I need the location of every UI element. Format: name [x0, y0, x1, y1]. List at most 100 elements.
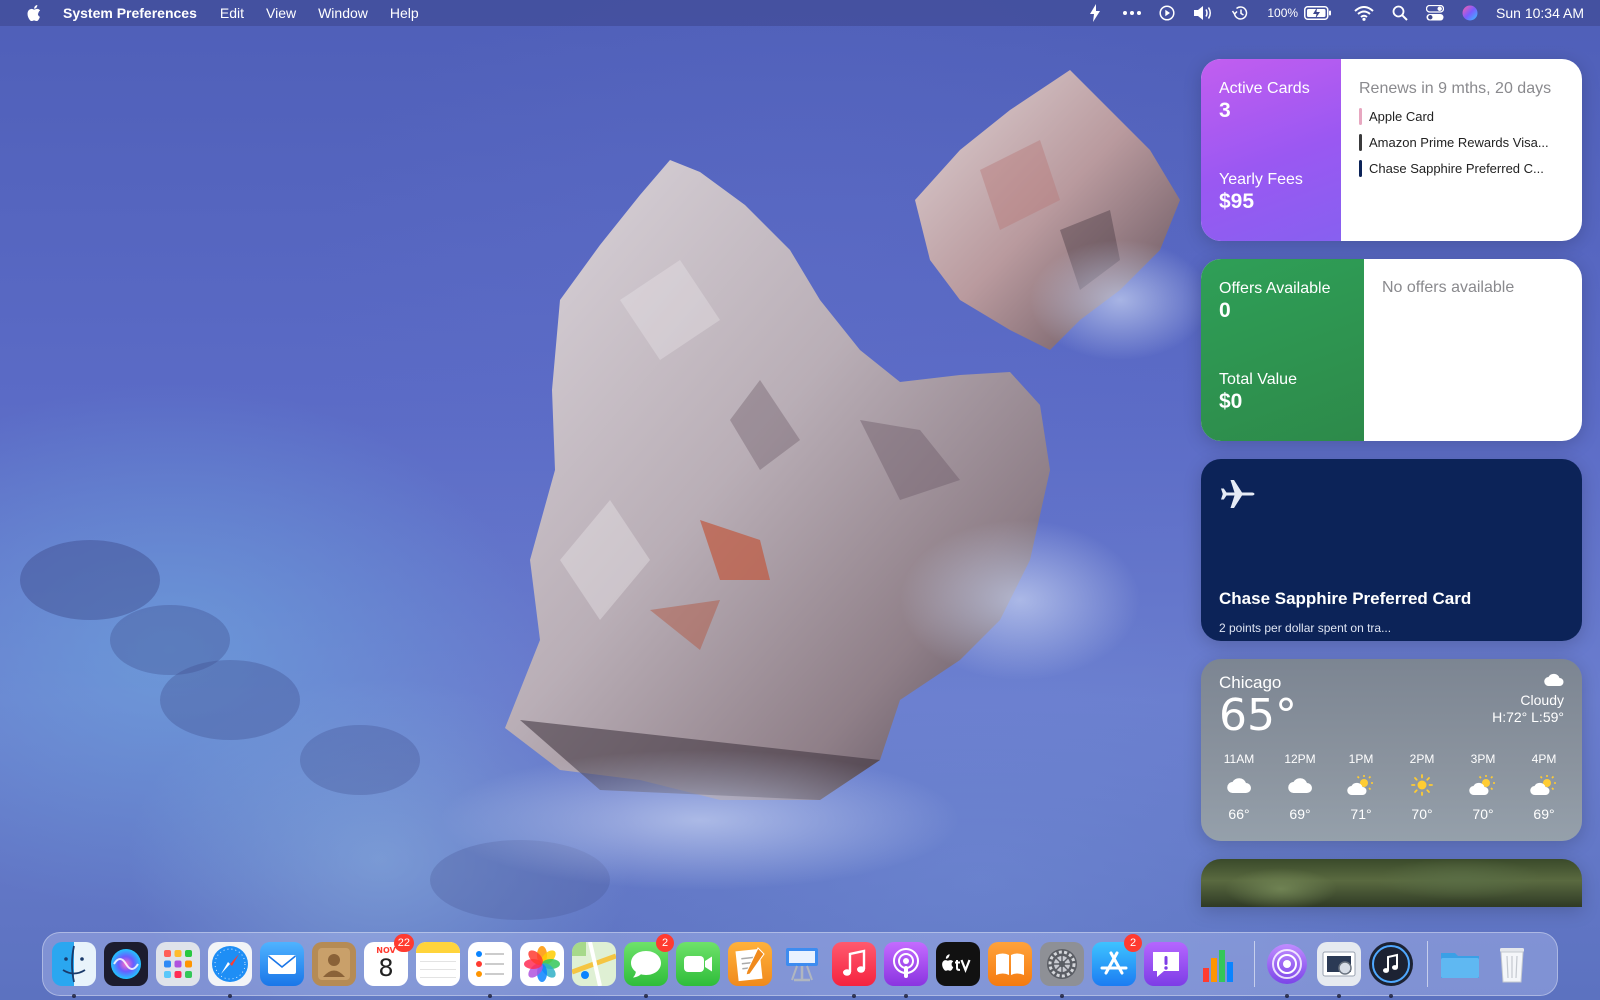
card-list-item[interactable]: Amazon Prime Rewards Visa... [1359, 134, 1582, 151]
menu-bar: System Preferences Edit View Window Help… [0, 0, 1600, 26]
dock-preview[interactable] [1317, 942, 1361, 998]
offers-summary-panel: Offers Available 0 Total Value $0 [1201, 259, 1364, 441]
dock-books[interactable] [988, 942, 1032, 986]
books-icon [988, 942, 1032, 986]
menu-edit[interactable]: Edit [220, 5, 244, 21]
dock-separator [1427, 941, 1428, 987]
dock-facetime[interactable] [676, 942, 720, 986]
hourly-forecast-item: 12PM 69° [1280, 752, 1320, 822]
dock-system-preferences[interactable] [1040, 942, 1084, 998]
pages-icon [728, 942, 772, 986]
dock-launchpad[interactable] [156, 942, 200, 986]
hourly-forecast-item: 2PM 70° [1402, 752, 1442, 822]
hourly-forecast-item: 3PM 70° [1463, 752, 1503, 822]
menu-window[interactable]: Window [318, 5, 368, 21]
numbers-icon [1196, 942, 1240, 986]
dock-finder[interactable] [52, 942, 96, 998]
dock-safari[interactable] [208, 942, 252, 998]
weather-high-low: H:72° L:59° [1492, 709, 1564, 725]
app-name-menu[interactable]: System Preferences [63, 5, 197, 21]
time-machine-icon[interactable] [1231, 5, 1249, 21]
photos-icon [520, 942, 564, 986]
forecast-hour: 3PM [1470, 752, 1496, 766]
dock-app-store[interactable]: 2 [1092, 934, 1142, 986]
card-name: Apple Card [1369, 109, 1435, 124]
weather-widget[interactable]: Chicago 65° Cloudy H:72° L:59° 11AM 66° … [1201, 659, 1582, 841]
finder-icon [52, 942, 96, 986]
safari-icon [208, 942, 252, 986]
offers-list-panel: No offers available [1364, 259, 1582, 441]
reminders-icon [468, 942, 512, 986]
dock-music[interactable] [832, 942, 876, 998]
card-list-item[interactable]: Chase Sapphire Preferred C... [1359, 160, 1582, 177]
cloud-icon [1227, 770, 1251, 800]
podcasts-icon [884, 942, 928, 986]
dock-keynote[interactable] [780, 942, 824, 986]
wifi-icon[interactable] [1354, 5, 1374, 21]
menu-view[interactable]: View [266, 5, 296, 21]
dock-podcasts[interactable] [884, 942, 928, 998]
offers-widget[interactable]: Offers Available 0 Total Value $0 No off… [1201, 259, 1582, 441]
dock-tv[interactable] [936, 942, 980, 986]
dock-numbers[interactable] [1196, 942, 1240, 986]
offers-available-label: Offers Available [1219, 280, 1331, 297]
menubar-clock[interactable]: Sun 10:34 AM [1496, 5, 1584, 21]
yearly-fees-value: $95 [1219, 190, 1255, 213]
photos-widget[interactable] [1201, 859, 1582, 907]
card-name: Chase Sapphire Preferred C... [1369, 161, 1544, 176]
card-benefit-widget[interactable]: Chase Sapphire Preferred Card 2 points p… [1201, 459, 1582, 641]
card-list-item[interactable]: Apple Card [1359, 108, 1582, 125]
no-offers-text: No offers available [1382, 279, 1515, 296]
hourly-forecast-item: 1PM 71° [1341, 752, 1381, 822]
apple-menu-icon[interactable] [19, 5, 49, 21]
airplane-icon [1219, 477, 1255, 511]
running-indicator [1337, 994, 1341, 998]
offers-available-value: 0 [1219, 299, 1231, 322]
forecast-hour: 4PM [1531, 752, 1557, 766]
siri-app-icon [104, 942, 148, 986]
volume-icon[interactable] [1193, 5, 1213, 21]
dock-reminders[interactable] [468, 942, 512, 998]
dock-pages[interactable] [728, 942, 772, 986]
forecast-temp: 66° [1228, 806, 1250, 822]
spotlight-icon[interactable] [1392, 5, 1408, 21]
play-icon[interactable] [1159, 5, 1175, 21]
renewal-text: Renews in 9 mths, 20 days [1359, 80, 1552, 97]
bolt-icon[interactable] [1089, 4, 1101, 22]
running-indicator [1285, 994, 1289, 998]
dock-maps[interactable] [572, 942, 616, 986]
control-center-icon[interactable] [1426, 5, 1445, 21]
running-indicator [72, 994, 76, 998]
more-icon[interactable] [1123, 11, 1142, 15]
dock-mail[interactable] [260, 942, 304, 986]
dock-notes[interactable] [416, 942, 460, 986]
dock-airdrop[interactable] [1265, 942, 1309, 998]
tv-icon [936, 942, 980, 986]
forecast-hour: 11AM [1223, 752, 1255, 766]
app-store-badge: 2 [1124, 934, 1142, 952]
running-indicator [1060, 994, 1064, 998]
dock-calendar[interactable]: NOV 8 22 [364, 934, 414, 986]
facetime-icon [676, 942, 720, 986]
dock-trash[interactable] [1490, 942, 1534, 986]
cards-widget[interactable]: Active Cards 3 Yearly Fees $95 Renews in… [1201, 59, 1582, 241]
siri-icon[interactable] [1462, 5, 1478, 21]
benefit-description: 2 points per dollar spent on tra... [1219, 621, 1392, 635]
dock-contacts[interactable] [312, 942, 356, 986]
battery-icon[interactable] [1304, 6, 1332, 20]
hourly-forecast-item: 4PM 69° [1524, 752, 1564, 822]
forecast-hour: 12PM [1284, 752, 1316, 766]
maps-icon [572, 942, 616, 986]
dock-separator [1254, 941, 1255, 987]
forecast-temp: 71° [1350, 806, 1372, 822]
dock-photos[interactable] [520, 942, 564, 986]
forecast-temp: 70° [1472, 806, 1494, 822]
menu-help[interactable]: Help [390, 5, 419, 21]
dock-messages[interactable]: 2 [624, 934, 674, 998]
dock-feedback-assistant[interactable] [1144, 942, 1188, 986]
dock-downloads-folder[interactable] [1438, 942, 1482, 986]
total-value-label: Total Value [1219, 371, 1297, 388]
dock-music-player[interactable] [1369, 942, 1413, 998]
cards-list-panel: Renews in 9 mths, 20 days Apple Card Ama… [1341, 59, 1582, 241]
dock-siri[interactable] [104, 942, 148, 986]
